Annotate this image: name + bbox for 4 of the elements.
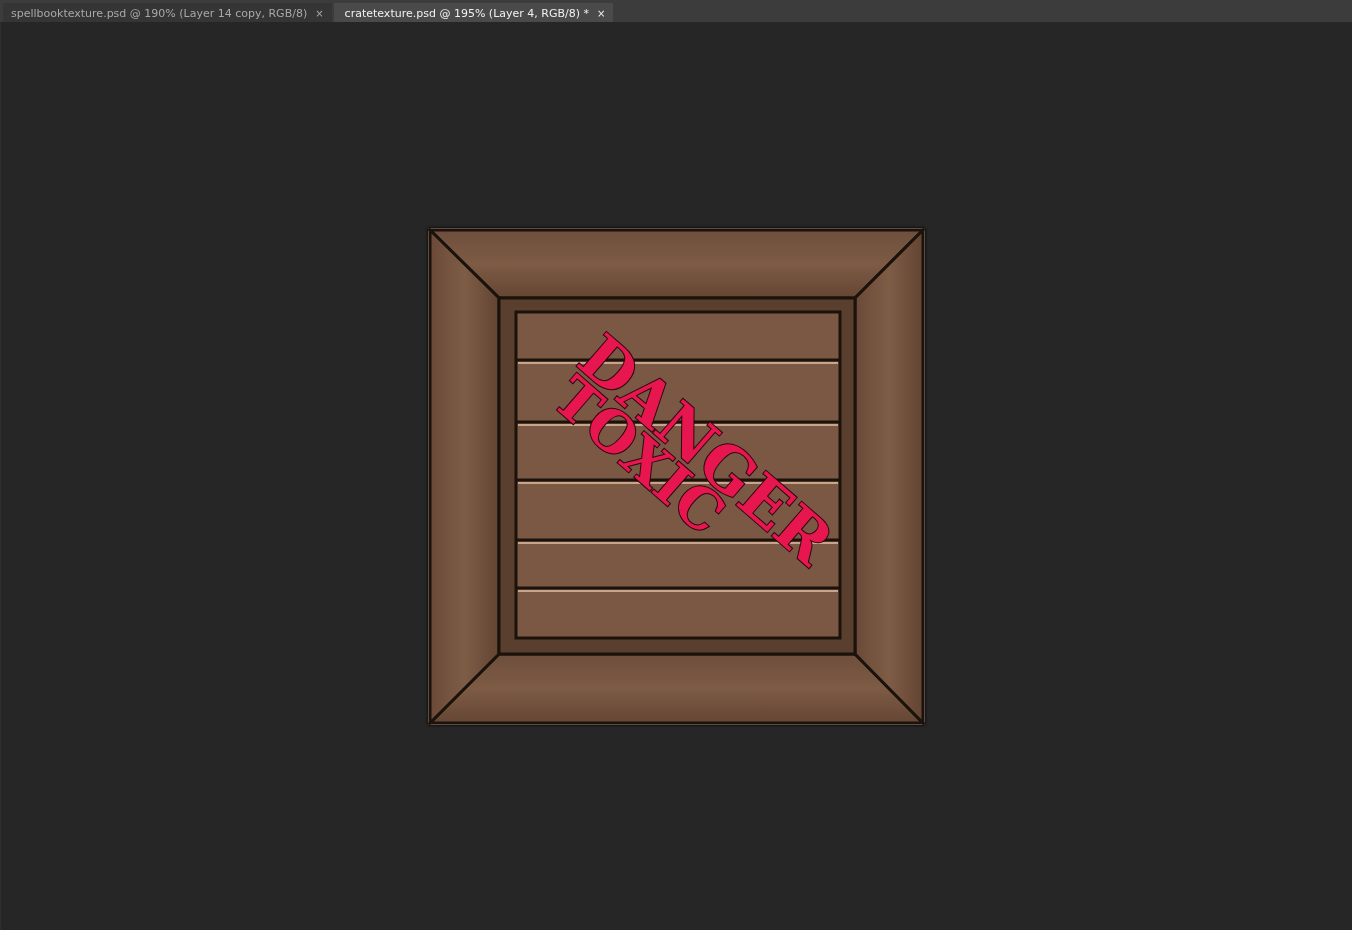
close-icon[interactable]: ×	[597, 7, 606, 19]
document-tab[interactable]: spellbooktexture.psd @ 190% (Layer 14 copy, RGB/8) ×	[3, 3, 332, 23]
close-icon[interactable]: ×	[315, 7, 324, 19]
document-tab[interactable]: cratetexture.psd @ 195% (Layer 4, RGB/8) * ×	[333, 3, 614, 23]
